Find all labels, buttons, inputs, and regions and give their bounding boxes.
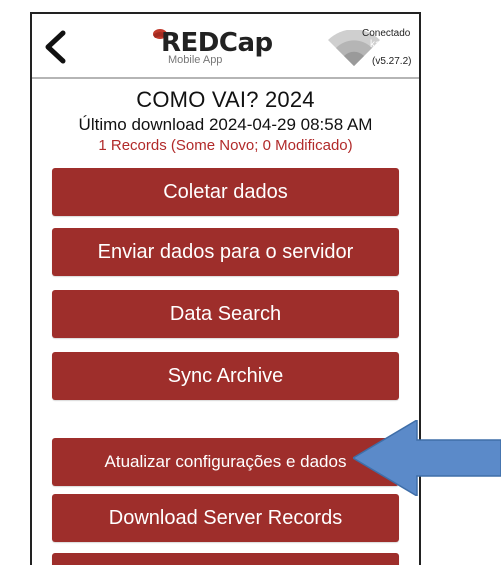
redcap-logo: REDCap Mobile App — [149, 26, 289, 70]
project-title: COMO VAI? 2024 — [136, 87, 315, 112]
connection-status: Conectado karla (v5.27.2) — [320, 26, 419, 70]
download-server-records-button[interactable]: Download Server Records — [52, 494, 399, 542]
records-summary: 1 Records (Some Novo; 0 Modificado) — [98, 137, 353, 154]
data-search-button[interactable]: Data Search — [52, 290, 399, 338]
sync-archive-button[interactable]: Sync Archive — [52, 352, 399, 400]
collect-data-button[interactable]: Coletar dados — [52, 168, 399, 216]
app-bar: REDCap Mobile App Conectado karla (v5.27… — [32, 14, 419, 77]
chevron-left-icon — [45, 30, 66, 64]
back-button[interactable] — [38, 28, 72, 66]
project-info: COMO VAI? 2024 Último download 2024-04-2… — [32, 86, 419, 155]
send-data-button[interactable]: Enviar dados para o servidor — [52, 228, 399, 276]
logo-subtitle: Mobile App — [168, 54, 223, 66]
connection-label: Conectado — [362, 28, 411, 39]
arrow-left-icon — [353, 420, 501, 496]
pointer-arrow — [353, 420, 501, 496]
update-settings-button[interactable]: Atualizar configurações e dados — [52, 438, 399, 486]
next-action-button[interactable] — [52, 553, 399, 565]
last-download-text: Último download 2024-04-29 08:58 AM — [78, 115, 373, 134]
header-divider — [32, 77, 419, 79]
logo-text: REDCap — [161, 28, 273, 58]
username-label: karla — [370, 39, 392, 50]
version-label: (v5.27.2) — [372, 56, 412, 67]
